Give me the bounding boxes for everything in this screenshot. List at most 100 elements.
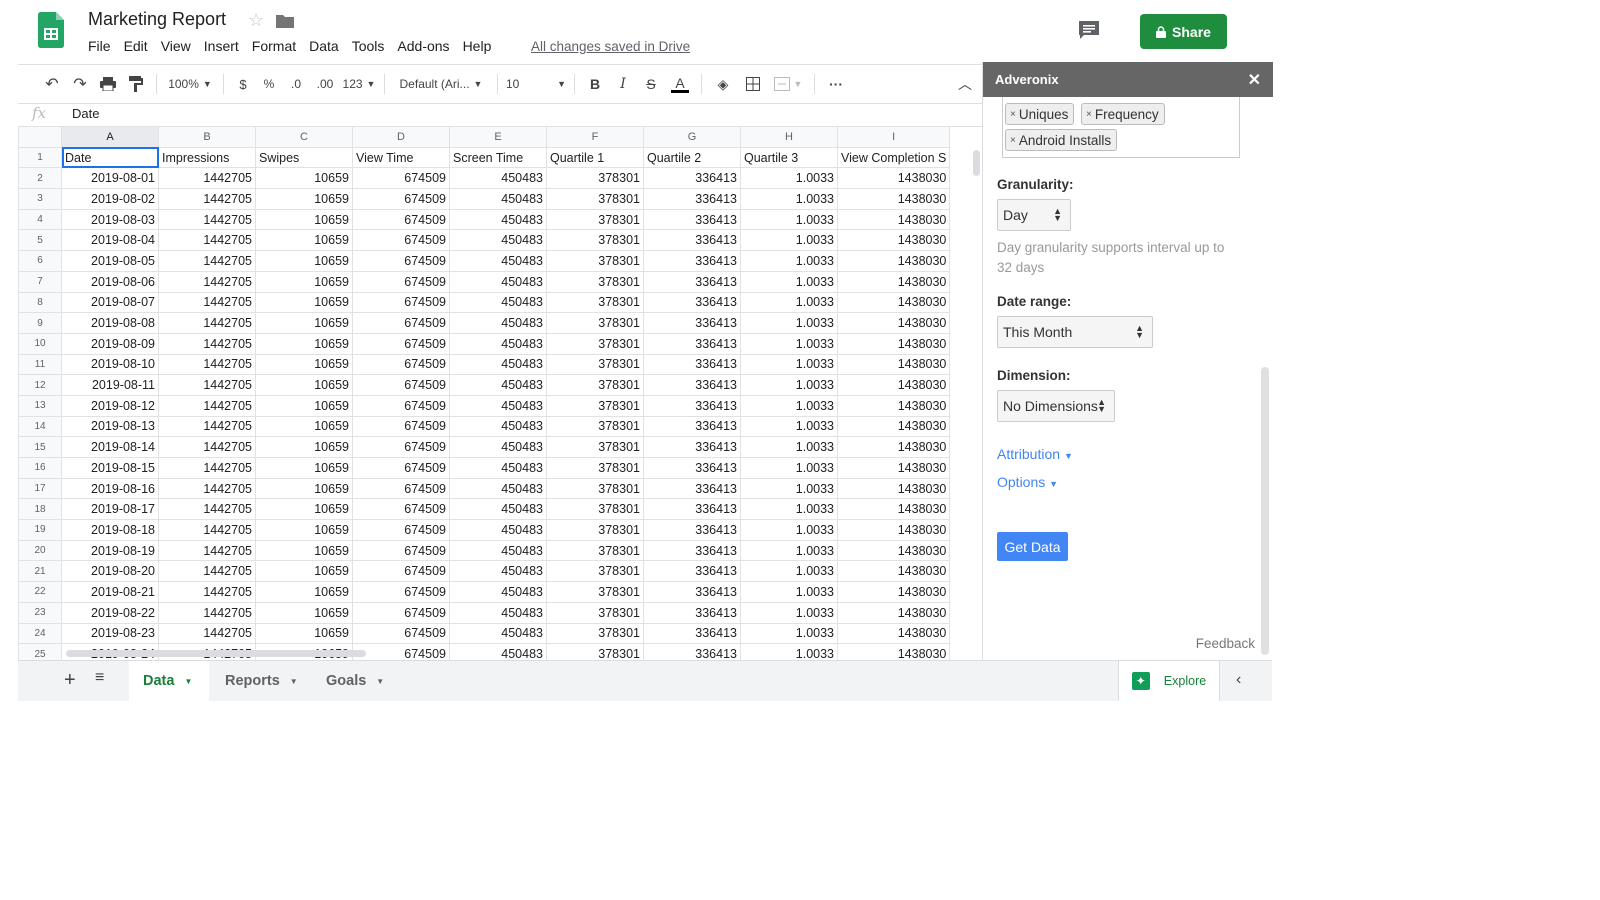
- decrease-decimal-button[interactable]: .0: [284, 71, 308, 97]
- table-cell[interactable]: 1438030: [836, 581, 951, 603]
- table-cell[interactable]: 674509: [352, 208, 450, 231]
- table-cell[interactable]: 1.0033: [740, 539, 838, 562]
- table-cell[interactable]: 1438030: [836, 519, 951, 541]
- table-cell[interactable]: 2019-08-08: [61, 312, 159, 334]
- table-cell[interactable]: 378301: [546, 188, 644, 210]
- row-number[interactable]: 9: [18, 312, 62, 334]
- table-cell[interactable]: 378301: [546, 560, 644, 583]
- table-cell[interactable]: 450483: [449, 394, 547, 417]
- column-header[interactable]: I: [836, 126, 951, 148]
- table-cell[interactable]: 1.0033: [740, 291, 838, 314]
- header-cell[interactable]: Impressions: [158, 146, 256, 169]
- table-cell[interactable]: 1.0033: [740, 250, 838, 272]
- table-cell[interactable]: 2019-08-12: [61, 394, 159, 417]
- attribution-link[interactable]: Attribution ▼: [997, 446, 1073, 462]
- vertical-scrollbar[interactable]: [973, 150, 980, 176]
- table-cell[interactable]: 674509: [352, 601, 450, 624]
- table-cell[interactable]: 450483: [449, 436, 547, 458]
- row-number[interactable]: 7: [18, 270, 62, 293]
- table-cell[interactable]: 1438030: [836, 436, 951, 458]
- table-cell[interactable]: 450483: [449, 560, 547, 583]
- table-cell[interactable]: 674509: [352, 643, 450, 660]
- table-cell[interactable]: 674509: [352, 312, 450, 334]
- table-cell[interactable]: 450483: [449, 457, 547, 479]
- table-cell[interactable]: 2019-08-21: [61, 581, 159, 603]
- table-cell[interactable]: 1442705: [158, 498, 256, 521]
- feedback-link[interactable]: Feedback: [1196, 636, 1255, 651]
- row-number[interactable]: 1: [18, 146, 62, 169]
- table-cell[interactable]: 1442705: [158, 291, 256, 314]
- table-cell[interactable]: 1442705: [158, 477, 256, 500]
- table-cell[interactable]: 1438030: [836, 250, 951, 272]
- table-cell[interactable]: 10659: [255, 457, 353, 479]
- table-cell[interactable]: 336413: [643, 415, 741, 438]
- table-cell[interactable]: 674509: [352, 332, 450, 355]
- table-cell[interactable]: 2019-08-05: [61, 250, 159, 272]
- table-cell[interactable]: 336413: [643, 436, 741, 458]
- table-cell[interactable]: 10659: [255, 353, 353, 376]
- table-cell[interactable]: 1442705: [158, 312, 256, 334]
- table-cell[interactable]: 1442705: [158, 208, 256, 231]
- column-header[interactable]: A: [61, 126, 159, 148]
- table-cell[interactable]: 378301: [546, 601, 644, 624]
- table-cell[interactable]: 378301: [546, 436, 644, 458]
- folder-icon[interactable]: [276, 14, 294, 28]
- row-number[interactable]: 25: [18, 643, 62, 660]
- table-cell[interactable]: 674509: [352, 519, 450, 541]
- table-cell[interactable]: 10659: [255, 332, 353, 355]
- table-cell[interactable]: 336413: [643, 539, 741, 562]
- table-cell[interactable]: 674509: [352, 250, 450, 272]
- table-cell[interactable]: 1438030: [836, 188, 951, 210]
- table-cell[interactable]: 336413: [643, 477, 741, 500]
- table-cell[interactable]: 1438030: [836, 560, 951, 583]
- table-cell[interactable]: 1438030: [836, 477, 951, 500]
- header-cell[interactable]: Date: [61, 146, 159, 169]
- header-cell[interactable]: Quartile 3: [740, 146, 838, 169]
- table-cell[interactable]: 1.0033: [740, 622, 838, 645]
- table-cell[interactable]: 1442705: [158, 167, 256, 190]
- row-number[interactable]: 11: [18, 353, 62, 376]
- table-cell[interactable]: 1.0033: [740, 270, 838, 293]
- paint-format-icon[interactable]: [124, 71, 148, 97]
- fill-color-icon[interactable]: ◈: [710, 71, 736, 97]
- table-cell[interactable]: 378301: [546, 270, 644, 293]
- table-cell[interactable]: 336413: [643, 394, 741, 417]
- table-cell[interactable]: 10659: [255, 374, 353, 396]
- table-cell[interactable]: 674509: [352, 581, 450, 603]
- table-cell[interactable]: 336413: [643, 560, 741, 583]
- table-cell[interactable]: 1442705: [158, 394, 256, 417]
- collapse-toolbar-icon[interactable]: ︿: [955, 71, 975, 97]
- table-cell[interactable]: 378301: [546, 353, 644, 376]
- table-cell[interactable]: 1442705: [158, 415, 256, 438]
- table-cell[interactable]: 1442705: [158, 332, 256, 355]
- row-number[interactable]: 18: [18, 498, 62, 521]
- column-header[interactable]: E: [449, 126, 547, 148]
- header-cell[interactable]: Screen Time: [449, 146, 547, 169]
- table-cell[interactable]: 450483: [449, 291, 547, 314]
- table-cell[interactable]: 378301: [546, 208, 644, 231]
- remove-chip-icon[interactable]: ×: [1010, 135, 1016, 146]
- table-cell[interactable]: 450483: [449, 601, 547, 624]
- table-cell[interactable]: 336413: [643, 601, 741, 624]
- granularity-select[interactable]: Day ▲ ▼: [997, 199, 1071, 231]
- table-cell[interactable]: 1442705: [158, 581, 256, 603]
- row-number[interactable]: 19: [18, 519, 62, 541]
- table-cell[interactable]: 378301: [546, 519, 644, 541]
- strikethrough-button[interactable]: S: [639, 71, 663, 97]
- text-color-button[interactable]: A: [667, 71, 693, 97]
- table-cell[interactable]: 1438030: [836, 167, 951, 190]
- table-cell[interactable]: 1438030: [836, 353, 951, 376]
- table-cell[interactable]: 1442705: [158, 457, 256, 479]
- table-cell[interactable]: 378301: [546, 498, 644, 521]
- row-number[interactable]: 21: [18, 560, 62, 583]
- table-cell[interactable]: 2019-08-06: [61, 270, 159, 293]
- header-cell[interactable]: Quartile 1: [546, 146, 644, 169]
- select-all-corner[interactable]: [18, 126, 62, 148]
- borders-icon[interactable]: [740, 71, 766, 97]
- save-status-link[interactable]: All changes saved in Drive: [531, 39, 690, 54]
- table-cell[interactable]: 1438030: [836, 394, 951, 417]
- table-cell[interactable]: 2019-08-18: [61, 519, 159, 541]
- options-link[interactable]: Options ▼: [997, 474, 1058, 490]
- table-cell[interactable]: 450483: [449, 498, 547, 521]
- table-cell[interactable]: 450483: [449, 332, 547, 355]
